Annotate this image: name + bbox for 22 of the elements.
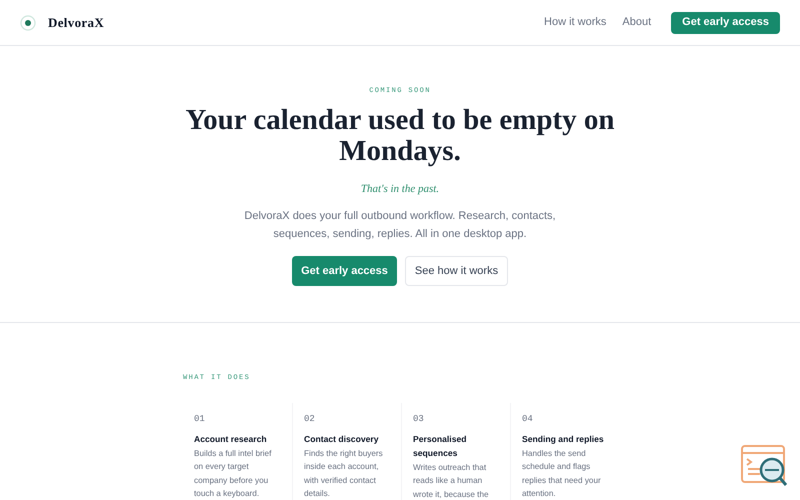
feature-number: 01 — [194, 413, 206, 426]
nav-link[interactable]: How it works — [544, 14, 606, 31]
brand-name: DelvoraX — [48, 14, 104, 32]
nav-link[interactable]: About — [622, 14, 652, 31]
get-early-access-button[interactable]: Get early access — [671, 12, 780, 34]
feature-title: Contact discovery — [304, 432, 380, 446]
get-early-access-button[interactable]: Get early access — [292, 256, 397, 286]
feature-number: 02 — [304, 413, 316, 426]
feature-description: Writes outreach that reads like a human wrote it, because the — [413, 462, 490, 500]
hero-title: Your calendar used to be empty on Mondays. — [184, 104, 616, 166]
hero-description: DelvoraX does your full outbound workflow. Research, contacts, sequences, sending, replies. All in one desktop app. — [243, 209, 557, 242]
feature-description: Finds the right buyers inside each account, with verified contact details. — [304, 448, 384, 500]
feature-title: Personalised sequences — [413, 432, 468, 460]
feature-description: Handles the send schedule and flags replies that need your attention. — [522, 448, 602, 500]
feature-number: 03 — [413, 413, 425, 426]
logo-icon — [20, 14, 36, 30]
feature-title: Account research — [194, 432, 268, 446]
tagline: That's in the past. — [360, 182, 440, 196]
see-how-it-works-button[interactable]: See how it works — [405, 256, 508, 286]
feature-number: 04 — [522, 413, 534, 426]
feature-description: Builds a full intel brief on every target company before you touch a keyboard. — [194, 448, 272, 500]
feature-title: Sending and replies — [522, 432, 605, 446]
